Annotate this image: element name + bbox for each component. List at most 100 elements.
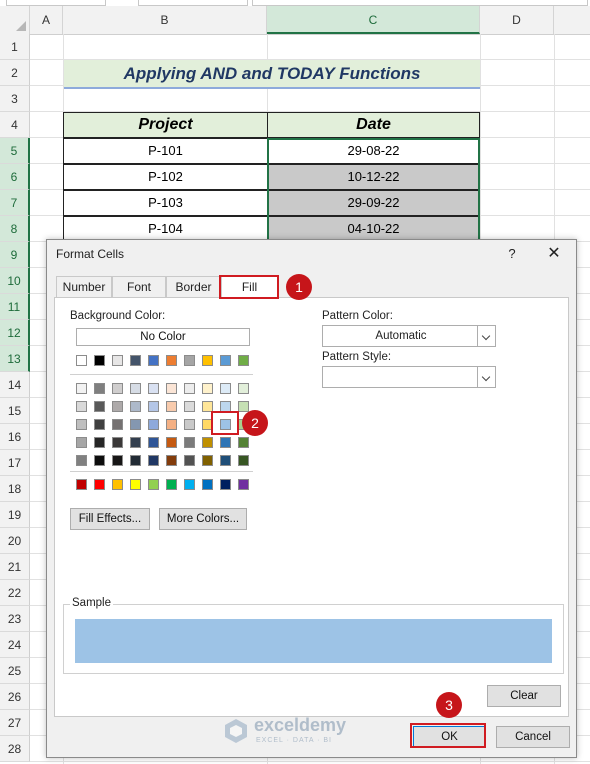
column-header-a[interactable]: A bbox=[30, 6, 63, 34]
row-header[interactable]: 28 bbox=[0, 736, 30, 762]
row-header[interactable]: 4 bbox=[0, 112, 30, 138]
theme-shade-swatch[interactable] bbox=[130, 419, 141, 430]
table-header-project[interactable]: Project bbox=[63, 112, 268, 138]
no-color-button[interactable]: No Color bbox=[76, 328, 250, 346]
row-header[interactable]: 16 bbox=[0, 424, 30, 450]
theme-shade-swatch[interactable] bbox=[184, 383, 195, 394]
theme-shade-swatch[interactable] bbox=[148, 383, 159, 394]
row-header[interactable]: 12 bbox=[0, 320, 30, 346]
sheet-title[interactable]: Applying AND and TODAY Functions bbox=[64, 60, 480, 89]
theme-shade-swatch[interactable] bbox=[112, 419, 123, 430]
tab-font[interactable]: Font bbox=[112, 276, 166, 297]
table-cell-project[interactable]: P-101 bbox=[63, 138, 268, 164]
row-header[interactable]: 17 bbox=[0, 450, 30, 476]
row-header[interactable]: 14 bbox=[0, 372, 30, 398]
theme-shade-swatch[interactable] bbox=[76, 419, 87, 430]
theme-color-swatch[interactable] bbox=[202, 355, 213, 366]
row-header[interactable]: 8 bbox=[0, 216, 30, 242]
theme-shade-swatch[interactable] bbox=[76, 383, 87, 394]
theme-shade-swatch[interactable] bbox=[112, 455, 123, 466]
theme-color-swatch[interactable] bbox=[238, 355, 249, 366]
theme-shade-swatch[interactable] bbox=[184, 401, 195, 412]
theme-shade-swatch[interactable] bbox=[166, 401, 177, 412]
theme-shade-swatch[interactable] bbox=[130, 383, 141, 394]
theme-shade-swatch[interactable] bbox=[130, 455, 141, 466]
theme-shade-swatch[interactable] bbox=[112, 383, 123, 394]
fill-effects-button[interactable]: Fill Effects... bbox=[70, 508, 150, 530]
row-header[interactable]: 23 bbox=[0, 606, 30, 632]
cancel-button[interactable]: Cancel bbox=[496, 726, 570, 748]
theme-shade-swatch[interactable] bbox=[166, 437, 177, 448]
row-header[interactable]: 25 bbox=[0, 658, 30, 684]
standard-color-swatch[interactable] bbox=[94, 479, 105, 490]
pattern-color-select[interactable]: Automatic bbox=[322, 325, 496, 347]
theme-shade-swatch[interactable] bbox=[94, 419, 105, 430]
theme-color-swatch[interactable] bbox=[148, 355, 159, 366]
theme-shade-swatch[interactable] bbox=[184, 455, 195, 466]
pattern-style-select[interactable] bbox=[322, 366, 496, 388]
theme-shade-swatch[interactable] bbox=[220, 455, 231, 466]
theme-shade-swatch[interactable] bbox=[184, 437, 195, 448]
row-header[interactable]: 13 bbox=[0, 346, 30, 372]
table-header-date[interactable]: Date bbox=[267, 112, 480, 138]
standard-color-swatch[interactable] bbox=[148, 479, 159, 490]
theme-shade-swatch[interactable] bbox=[166, 419, 177, 430]
table-cell-project[interactable]: P-103 bbox=[63, 190, 268, 216]
theme-shade-swatch[interactable] bbox=[148, 455, 159, 466]
theme-shade-swatch[interactable] bbox=[202, 437, 213, 448]
standard-color-swatch[interactable] bbox=[76, 479, 87, 490]
row-header[interactable]: 1 bbox=[0, 34, 30, 60]
theme-color-swatch[interactable] bbox=[184, 355, 195, 366]
theme-shade-swatch[interactable] bbox=[130, 437, 141, 448]
theme-shade-swatch[interactable] bbox=[184, 419, 195, 430]
standard-color-swatch[interactable] bbox=[238, 479, 249, 490]
row-header[interactable]: 7 bbox=[0, 190, 30, 216]
theme-shade-swatch[interactable] bbox=[238, 383, 249, 394]
theme-shade-swatch[interactable] bbox=[166, 383, 177, 394]
theme-shade-swatch[interactable] bbox=[220, 437, 231, 448]
standard-color-swatch[interactable] bbox=[202, 479, 213, 490]
theme-shade-swatch[interactable] bbox=[112, 401, 123, 412]
row-header[interactable]: 5 bbox=[0, 138, 30, 164]
theme-shade-swatch[interactable] bbox=[148, 419, 159, 430]
select-all-corner[interactable] bbox=[0, 6, 30, 34]
row-header[interactable]: 24 bbox=[0, 632, 30, 658]
chevron-down-icon[interactable] bbox=[477, 326, 495, 346]
row-header[interactable]: 10 bbox=[0, 268, 30, 294]
theme-shade-swatch[interactable] bbox=[94, 401, 105, 412]
theme-shade-swatch[interactable] bbox=[76, 437, 87, 448]
column-header-c[interactable]: C bbox=[267, 6, 480, 34]
table-cell-project[interactable]: P-102 bbox=[63, 164, 268, 190]
theme-color-swatch[interactable] bbox=[112, 355, 123, 366]
theme-shade-swatch[interactable] bbox=[238, 401, 249, 412]
row-header[interactable]: 26 bbox=[0, 684, 30, 710]
clear-button[interactable]: Clear bbox=[487, 685, 561, 707]
row-header[interactable]: 3 bbox=[0, 86, 30, 112]
more-colors-button[interactable]: More Colors... bbox=[159, 508, 247, 530]
theme-shade-swatch[interactable] bbox=[148, 437, 159, 448]
tab-border[interactable]: Border bbox=[166, 276, 221, 297]
standard-color-swatch[interactable] bbox=[220, 479, 231, 490]
theme-color-swatch[interactable] bbox=[220, 355, 231, 366]
column-header-d[interactable]: D bbox=[480, 6, 554, 34]
row-header[interactable]: 9 bbox=[0, 242, 30, 268]
row-header[interactable]: 6 bbox=[0, 164, 30, 190]
standard-color-swatch[interactable] bbox=[184, 479, 195, 490]
help-button[interactable]: ? bbox=[503, 245, 521, 263]
theme-shade-swatch[interactable] bbox=[238, 455, 249, 466]
row-header[interactable]: 15 bbox=[0, 398, 30, 424]
row-header[interactable]: 2 bbox=[0, 60, 30, 86]
theme-shade-swatch[interactable] bbox=[94, 437, 105, 448]
theme-shade-swatch[interactable] bbox=[76, 401, 87, 412]
theme-shade-swatch[interactable] bbox=[220, 383, 231, 394]
chevron-down-icon[interactable] bbox=[477, 367, 495, 387]
column-header-b[interactable]: B bbox=[63, 6, 267, 34]
theme-shade-swatch[interactable] bbox=[202, 383, 213, 394]
row-header[interactable]: 22 bbox=[0, 580, 30, 606]
standard-color-swatch[interactable] bbox=[166, 479, 177, 490]
row-header[interactable]: 18 bbox=[0, 476, 30, 502]
theme-shade-swatch[interactable] bbox=[238, 437, 249, 448]
theme-shade-swatch[interactable] bbox=[76, 455, 87, 466]
tab-number[interactable]: Number bbox=[56, 276, 112, 297]
theme-shade-swatch[interactable] bbox=[94, 455, 105, 466]
